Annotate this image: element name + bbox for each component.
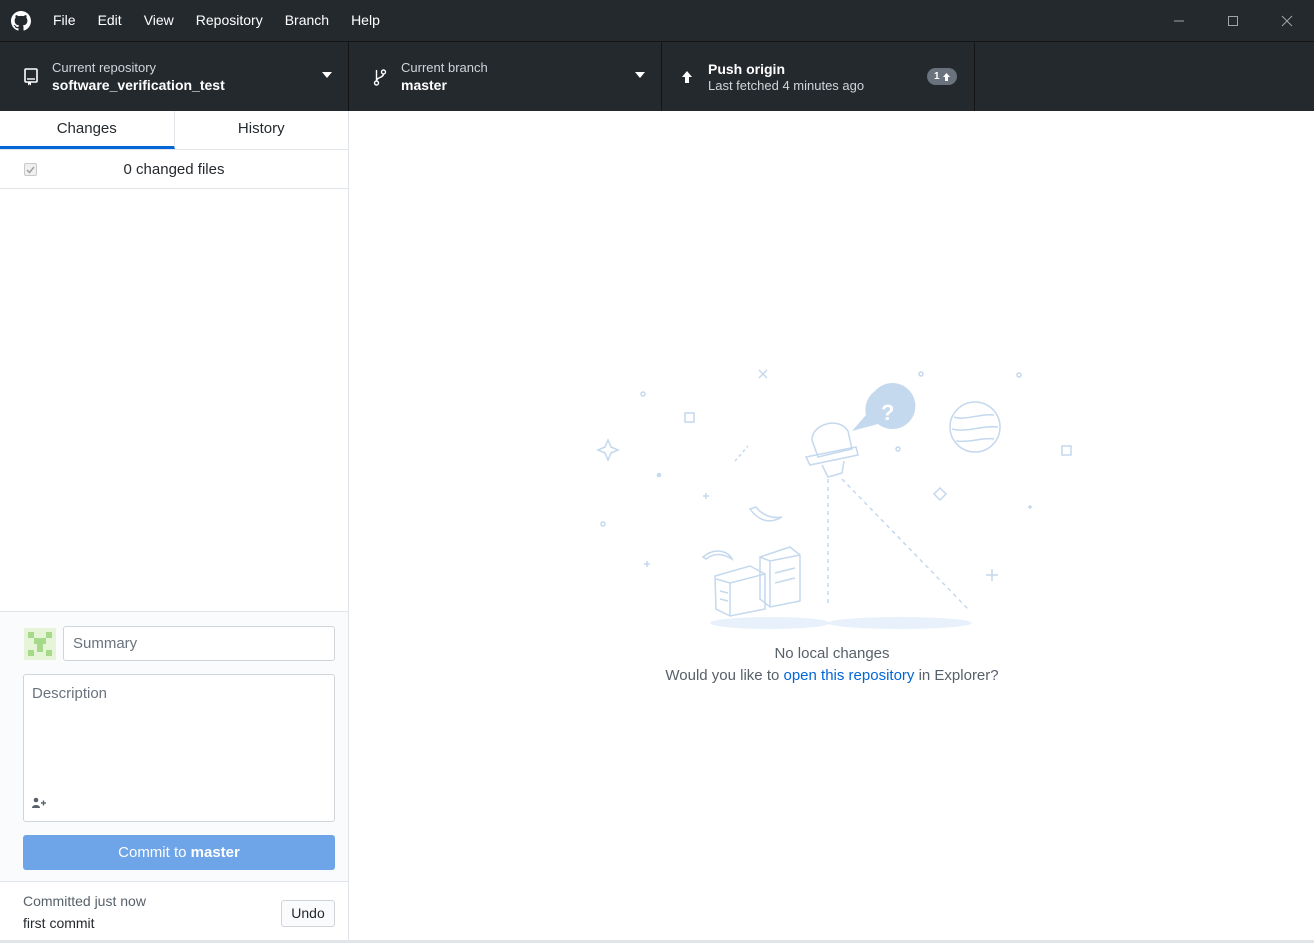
last-fetched-text: Last fetched 4 minutes ago [708,77,865,93]
commit-button-prefix: Commit to [118,844,191,861]
avatar [24,628,56,660]
tab-changes[interactable]: Changes [0,111,175,149]
menu-repository[interactable]: Repository [185,0,274,41]
maximize-button[interactable] [1206,0,1260,41]
minimize-icon [1174,20,1184,21]
sidebar-tabs: Changes History [0,111,348,150]
menu-file[interactable]: File [42,0,87,41]
repository-name: software_verification_test [52,76,225,93]
arrow-up-icon [942,72,950,81]
maximize-icon [1228,15,1238,26]
commit-button[interactable]: Commit to master [23,835,335,870]
last-commit-panel: Committed just now first commit Undo [0,881,348,943]
chevron-down-icon [635,72,645,78]
explorer-suffix: in Explorer? [914,667,999,684]
explorer-prefix: Would you like to [665,667,784,684]
menu-bar: File Edit View Repository Branch Help [42,0,391,41]
minimize-button[interactable] [1152,0,1206,41]
summary-input[interactable]: Summary [63,626,335,661]
sidebar: Changes History 0 changed files Summary … [0,111,349,943]
main-panel: ? No local changes Would you like to ope… [350,111,1314,943]
menu-branch[interactable]: Branch [274,0,340,41]
window-controls [1152,0,1314,41]
git-branch-icon [371,67,389,87]
menu-edit[interactable]: Edit [87,0,133,41]
last-commit-time: Committed just now [23,893,146,909]
commit-form: Summary Description Commit to master [0,611,348,881]
open-repository-link[interactable]: open this repository [784,667,915,684]
arrow-up-icon [678,67,696,87]
push-origin-button[interactable]: Push origin Last fetched 4 minutes ago 1 [662,42,975,111]
branch-label: Current branch [401,59,488,75]
description-input[interactable]: Description [23,674,335,822]
changes-header: 0 changed files [0,150,348,189]
ahead-count: 1 [934,71,940,82]
ahead-count-badge: 1 [927,68,957,85]
no-changes-title: No local changes [774,645,890,662]
undo-button[interactable]: Undo [281,900,335,927]
toolbar: Current repository software_verification… [0,41,1314,111]
close-icon [1281,15,1293,26]
open-in-explorer-text: Would you like to open this repository i… [350,667,1314,684]
tab-history[interactable]: History [175,111,349,149]
svg-text:?: ? [881,400,894,425]
changed-files-count: 0 changed files [123,160,225,178]
repository-label: Current repository [52,59,157,75]
repo-icon [22,67,40,87]
branch-name: master [401,76,447,93]
close-button[interactable] [1260,0,1314,41]
select-all-checkbox[interactable] [24,163,37,176]
check-icon [26,166,35,174]
title-bar: File Edit View Repository Branch Help [0,0,1314,41]
add-coauthor-icon[interactable] [31,797,47,809]
menu-help[interactable]: Help [340,0,391,41]
no-changes-illustration: ? [596,369,1072,629]
chevron-down-icon [322,72,332,78]
commit-button-branch: master [190,844,240,861]
push-origin-label: Push origin [708,60,785,77]
menu-view[interactable]: View [133,0,185,41]
current-repository-dropdown[interactable]: Current repository software_verification… [0,42,349,111]
last-commit-message: first commit [23,915,95,931]
description-placeholder: Description [32,685,108,702]
github-octocat-icon[interactable] [0,0,42,41]
current-branch-dropdown[interactable]: Current branch master [349,42,662,111]
